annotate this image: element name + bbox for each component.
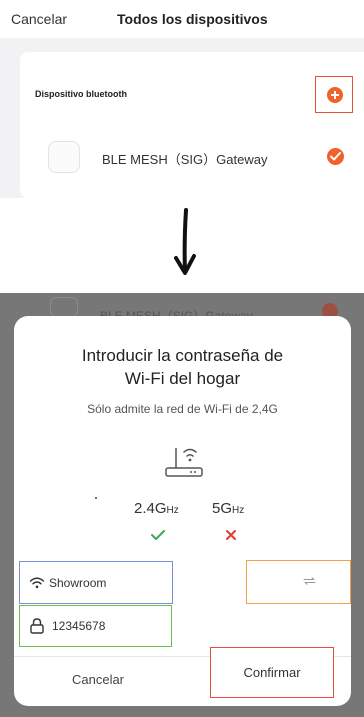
decorative-dot <box>95 497 97 499</box>
change-network-area[interactable] <box>246 560 351 604</box>
device-list-item[interactable]: BLE MESH（SIG）Gateway <box>20 137 364 181</box>
wifi-password-dialog: Introducir la contraseña de Wi-Fi del ho… <box>14 316 351 706</box>
device-name: BLE MESH（SIG）Gateway <box>102 152 268 167</box>
plus-circle-icon[interactable] <box>327 87 343 103</box>
band-5ghz-unit: Hz <box>232 505 245 516</box>
dialog-confirm-button[interactable]: Confirmar <box>210 647 334 698</box>
bluetooth-section-label: Dispositivo bluetooth <box>35 89 127 99</box>
selected-check-icon[interactable] <box>327 148 344 165</box>
check-mark-icon <box>151 530 165 540</box>
device-list-area: Dispositivo bluetooth BLE MESH（SIG）Gatew… <box>0 38 364 198</box>
modal-overlay: BLE MESH（SIG）Gateway Introducir la contr… <box>0 293 364 717</box>
wifi-icon <box>29 577 45 589</box>
dialog-title-line-1: Introducir la contraseña de <box>81 346 284 365</box>
background-device-icon <box>50 297 78 317</box>
band-5ghz-label: 5GHz <box>212 500 244 517</box>
cross-mark-icon <box>226 530 236 540</box>
bluetooth-device-card: Dispositivo bluetooth BLE MESH（SIG）Gatew… <box>20 52 364 198</box>
band-5ghz-value: 5G <box>212 500 233 517</box>
dialog-subtitle: Sólo admite la red de Wi-Fi de 2,4G <box>87 402 278 416</box>
wifi-password-value: 12345678 <box>52 619 106 633</box>
router-icon <box>165 448 203 477</box>
dialog-cancel-button[interactable]: Cancelar <box>14 657 182 706</box>
dialog-title: Introducir la contraseña de Wi-Fi del ho… <box>14 344 351 390</box>
wifi-ssid-value: Showroom <box>49 576 107 590</box>
dialog-title-line-2: Wi-Fi del hogar <box>124 369 241 388</box>
wifi-password-field[interactable]: 12345678 <box>19 605 172 647</box>
top-nav-bar: Cancelar Todos los dispositivos <box>0 0 364 38</box>
nav-cancel-button[interactable]: Cancelar <box>11 11 67 27</box>
wifi-ssid-field[interactable]: Showroom <box>19 561 173 604</box>
gateway-device-icon <box>48 141 80 173</box>
lock-icon <box>30 618 44 634</box>
add-device-highlight[interactable] <box>315 76 353 113</box>
band-2-4ghz-unit: Hz <box>166 505 179 516</box>
switch-network-icon[interactable] <box>303 577 316 585</box>
arrow-down-icon <box>174 208 196 275</box>
band-2-4ghz-label: 2.4GHz <box>134 500 179 517</box>
band-2-4ghz-value: 2.4G <box>134 500 167 517</box>
page-title: Todos los dispositivos <box>117 11 268 27</box>
